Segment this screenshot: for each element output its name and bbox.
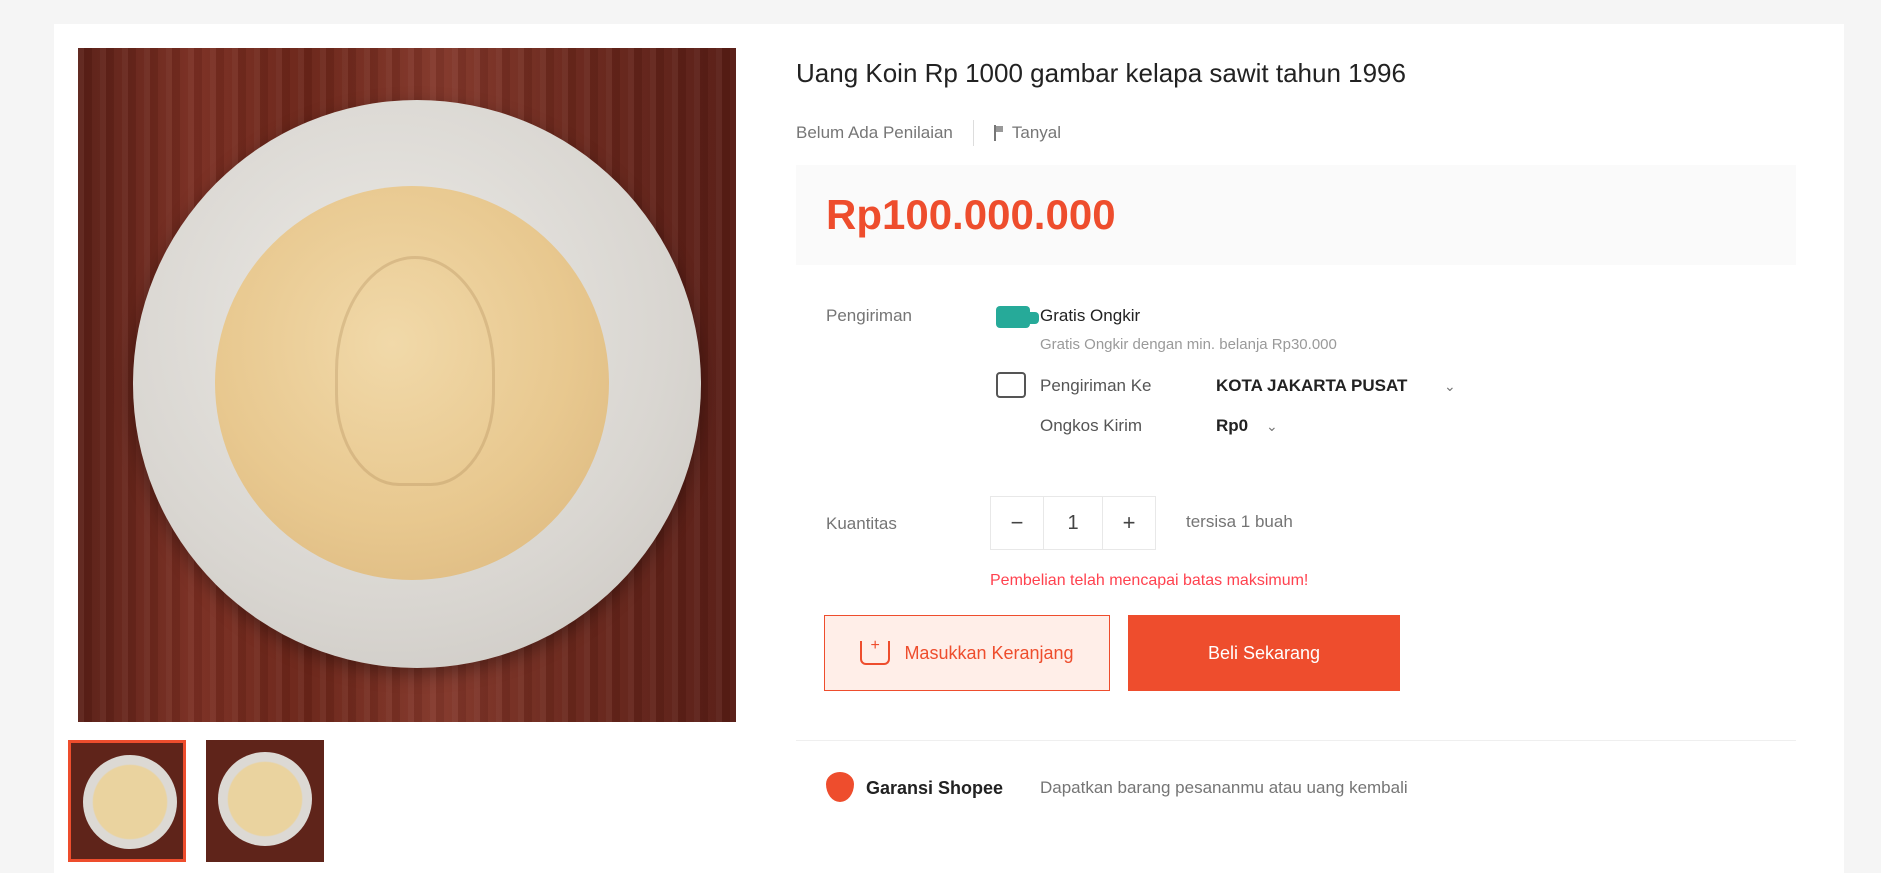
chevron-down-icon[interactable]: ⌄	[1444, 378, 1456, 395]
quantity-stepper: − 1 +	[990, 496, 1156, 550]
add-to-cart-button[interactable]: Masukkan Keranjang	[824, 615, 1110, 691]
shipping-cost-label: Ongkos Kirim	[1040, 416, 1143, 435]
product-meta: Belum Ada Penilaian Tanyal	[796, 120, 1061, 146]
product-title: Uang Koin Rp 1000 gambar kelapa sawit ta…	[796, 58, 1406, 88]
cart-icon	[860, 637, 891, 665]
thumbnail-1[interactable]	[68, 740, 186, 862]
quantity-input[interactable]: 1	[1043, 497, 1103, 549]
quantity-label: Kuantitas	[826, 514, 897, 533]
shipping-cost-value[interactable]: Rp0	[1216, 416, 1248, 436]
flag-icon[interactable]	[993, 125, 1004, 141]
increase-quantity-button[interactable]: +	[1103, 497, 1155, 549]
shipping-label: Pengiriman	[826, 306, 912, 325]
coin-center	[215, 186, 609, 580]
quantity-warning: Pembelian telah mencapai batas maksimum!	[990, 572, 1309, 589]
ship-to-value[interactable]: KOTA JAKARTA PUSAT	[1216, 376, 1407, 396]
thumbnail-coin	[218, 752, 312, 846]
coin-image	[133, 100, 701, 668]
main-product-image[interactable]	[78, 48, 736, 722]
thumbnail-coin	[83, 755, 177, 849]
thumbnail-2[interactable]	[206, 740, 324, 862]
guarantee-title[interactable]: Garansi Shopee	[866, 778, 1003, 799]
report-link[interactable]: Tanyal	[1012, 123, 1061, 143]
ship-to-label: Pengiriman Ke	[1040, 376, 1152, 395]
add-to-cart-label: Masukkan Keranjang	[904, 642, 1074, 663]
buy-now-button[interactable]: Beli Sekarang	[1128, 615, 1400, 691]
free-shipping-subtitle: Gratis Ongkir dengan min. belanja Rp30.0…	[1040, 336, 1337, 353]
coin-emblem	[335, 256, 495, 486]
guarantee-subtitle: Dapatkan barang pesananmu atau uang kemb…	[1040, 778, 1408, 797]
price-box: Rp100.000.000	[796, 165, 1796, 265]
chevron-down-icon[interactable]: ⌄	[1266, 418, 1278, 435]
section-divider	[796, 740, 1796, 741]
ship-icon	[996, 372, 1026, 398]
free-shipping-title: Gratis Ongkir	[1040, 306, 1141, 325]
decrease-quantity-button[interactable]: −	[991, 497, 1043, 549]
stock-text: tersisa 1 buah	[1186, 512, 1293, 531]
meta-divider	[972, 120, 974, 146]
truck-icon	[996, 306, 1039, 328]
product-price: Rp100.000.000	[826, 191, 1116, 238]
rating-text: Belum Ada Penilaian	[796, 123, 953, 142]
